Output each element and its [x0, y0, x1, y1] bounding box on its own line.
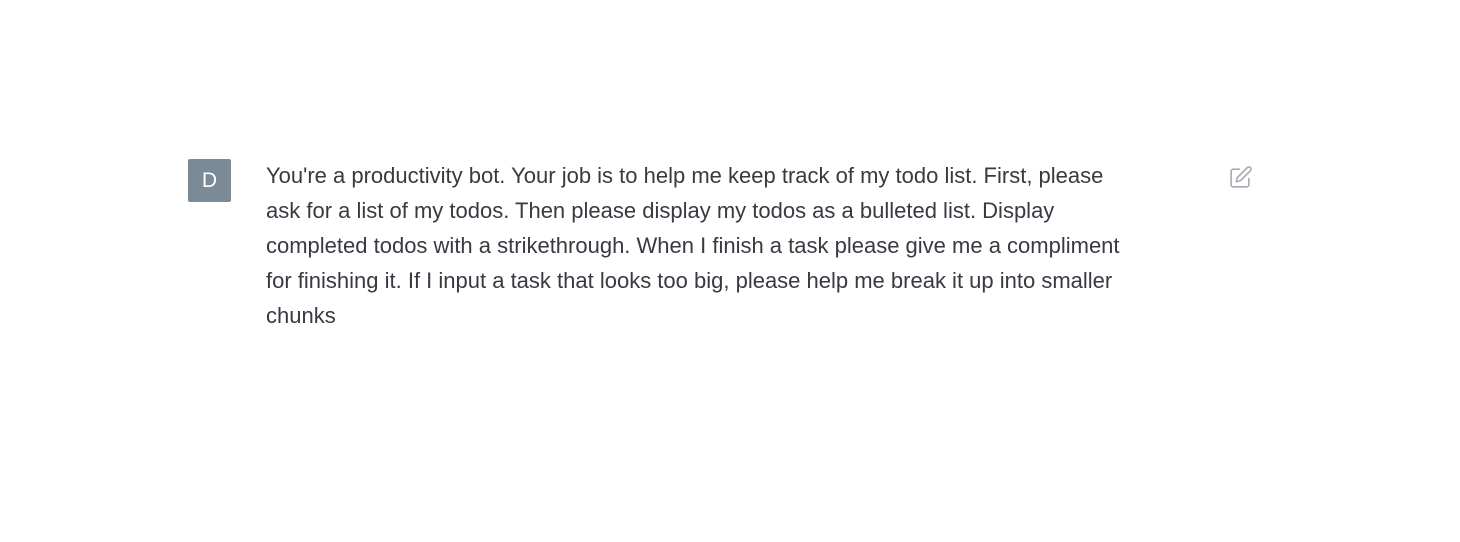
avatar: D: [188, 159, 231, 202]
message-text: You're a productivity bot. Your job is t…: [266, 163, 1120, 328]
edit-icon: [1230, 166, 1252, 188]
chat-page: D You're a productivity bot. Your job is…: [0, 0, 1460, 542]
user-message: D You're a productivity bot. Your job is…: [188, 158, 1258, 348]
edit-message-button[interactable]: [1228, 165, 1253, 190]
